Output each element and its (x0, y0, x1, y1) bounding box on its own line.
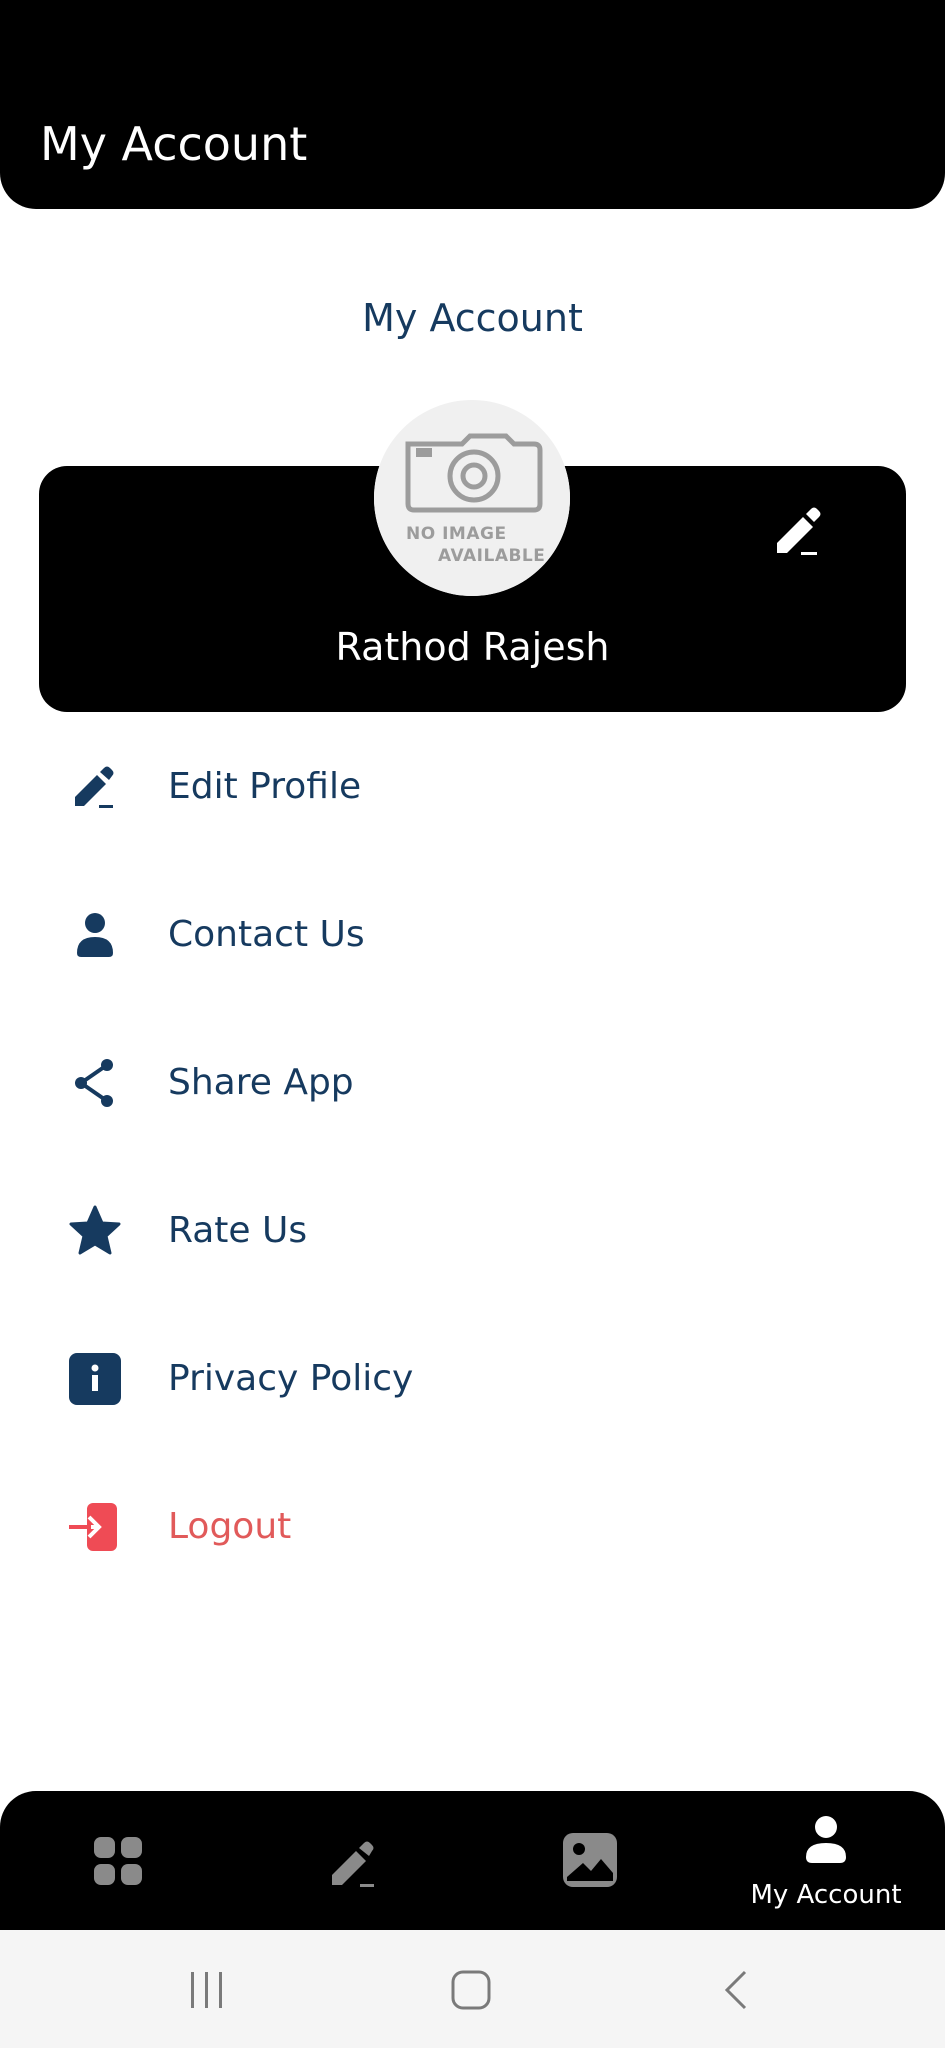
header-title: My Account (40, 117, 308, 171)
menu-item-privacy-policy[interactable]: Privacy Policy (40, 1324, 905, 1434)
menu-item-label: Edit Profile (168, 766, 362, 807)
pencil-icon (777, 507, 821, 555)
menu-item-label: Rate Us (168, 1210, 308, 1251)
menu-item-logout[interactable]: Logout (40, 1472, 905, 1582)
back-button[interactable] (692, 1950, 782, 2030)
menu-item-edit-profile[interactable]: Edit Profile (40, 732, 905, 842)
menu-item-share-app[interactable]: Share App (40, 1028, 905, 1138)
recent-apps-button[interactable] (162, 1950, 252, 2030)
app-header: My Account (0, 0, 945, 209)
system-nav-bar (0, 1930, 945, 2048)
nav-item-edit[interactable] (236, 1791, 472, 1930)
info-icon (60, 1344, 130, 1414)
edit-icon (236, 1835, 472, 1891)
page-title: My Account (362, 296, 583, 340)
nav-label-my-account: My Account (750, 1880, 902, 1910)
edit-profile-button[interactable] (762, 496, 832, 566)
menu-item-contact-us[interactable]: Contact Us (40, 880, 905, 990)
home-icon (451, 1970, 491, 2010)
recent-apps-icon (191, 1972, 222, 2008)
menu-item-label: Logout (168, 1506, 292, 1547)
back-icon (724, 1970, 747, 2010)
no-image-placeholder: NO IMAGE AVAILABLE (374, 400, 570, 596)
star-icon (60, 1196, 130, 1266)
nav-item-home[interactable] (0, 1791, 236, 1930)
person-icon (60, 900, 130, 970)
menu-item-label: Share App (168, 1062, 354, 1103)
person-icon (708, 1813, 944, 1865)
nav-item-my-account[interactable]: My Account (708, 1791, 944, 1930)
menu-item-rate-us[interactable]: Rate Us (40, 1176, 905, 1286)
logout-icon (60, 1492, 130, 1562)
profile-name: Rathod Rajesh (335, 625, 610, 669)
grid-icon (0, 1835, 236, 1887)
share-icon (60, 1048, 130, 1118)
home-button[interactable] (426, 1950, 516, 2030)
edit-icon (60, 752, 130, 822)
camera-icon (405, 433, 543, 513)
menu-item-label: Privacy Policy (168, 1358, 414, 1399)
menu-item-label: Contact Us (168, 914, 365, 955)
image-icon (472, 1831, 708, 1889)
available-text: AVAILABLE (438, 546, 546, 566)
bottom-nav: My Account (0, 1791, 945, 1930)
avatar[interactable]: NO IMAGE AVAILABLE (374, 400, 570, 596)
nav-item-gallery[interactable] (472, 1791, 708, 1930)
no-image-text: NO IMAGE (406, 524, 507, 544)
